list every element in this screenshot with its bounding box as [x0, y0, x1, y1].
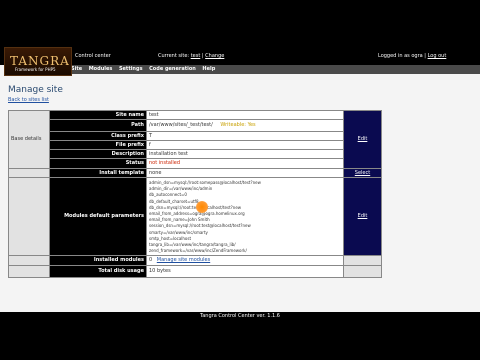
value-disk-usage: 10 bytes — [147, 266, 343, 277]
page-footer: Tangra Control Center ver. 1.1.6 — [0, 312, 480, 320]
label-disk-usage: Total disk usage — [50, 266, 146, 277]
section-empty-template — [9, 169, 49, 177]
writeable-note: Writeable: Yes — [220, 122, 256, 128]
label-module-params: Modules default parameters — [50, 178, 146, 255]
value-installed-modules: 0 Manage site modules — [147, 256, 343, 265]
value-file-prefix: f — [147, 141, 343, 149]
current-site-info: Current site: test | Change — [158, 53, 225, 59]
value-module-params: admin_dsn=mysql://root:somepass@localhos… — [147, 178, 343, 255]
nav-item-code-generation[interactable]: Code generation — [149, 65, 196, 74]
logout-link[interactable]: Log out — [428, 53, 447, 59]
label-file-prefix: File prefix — [50, 141, 146, 149]
site-prefix: Current site: — [158, 53, 190, 59]
video-frame: Control center Current site: test | Chan… — [0, 0, 480, 360]
edit-params-label: Edit — [357, 213, 368, 219]
current-site-link[interactable]: test — [191, 53, 201, 59]
user-prefix: Logged in as — [378, 53, 410, 59]
back-to-sites-link[interactable]: Back to sites list — [8, 97, 49, 103]
nav-item-help[interactable]: Help — [202, 65, 215, 74]
value-description: installation test — [147, 150, 343, 158]
username: ogra — [411, 53, 423, 59]
section-base-details: Base details — [9, 111, 49, 168]
change-site-link[interactable]: Change — [205, 53, 224, 59]
logo-text: TANGRA — [10, 54, 70, 68]
label-description: Description — [50, 150, 146, 158]
label-path: Path — [50, 120, 146, 131]
edit-params-button[interactable]: Edit — [344, 178, 381, 255]
value-class-prefix: T — [147, 132, 343, 140]
nav-item-site[interactable]: Site — [71, 65, 82, 74]
select-template-label: Select — [354, 170, 371, 176]
logo-subtitle: Framework for PHP5 — [15, 67, 56, 72]
manage-site-modules-link[interactable]: Manage site modules — [157, 257, 210, 263]
empty-action-disk — [344, 266, 381, 277]
value-install-template: none — [147, 169, 343, 177]
section-empty-modules — [9, 256, 49, 265]
label-install-template: Install template — [50, 169, 146, 177]
edit-base-details-label: Edit — [357, 136, 368, 142]
value-path: /var/www/sites/_test/test/ Writeable: Ye… — [147, 120, 343, 131]
site-details-table: Base details Site name test Path /var/ww… — [8, 110, 382, 278]
tangra-logo[interactable]: TANGRA Framework for PHP5 — [4, 47, 72, 76]
path-text: /var/www/sites/_test/test/ — [149, 122, 213, 128]
main-nav: Site Modules Settings Code generation He… — [66, 65, 480, 74]
browser-page: Control center Current site: test | Chan… — [0, 45, 480, 320]
edit-base-details-button[interactable]: Edit — [344, 111, 381, 168]
value-site-name: test — [147, 111, 343, 119]
user-info: Logged in as ogra | Log out — [378, 53, 447, 59]
label-class-prefix: Class prefix — [50, 132, 146, 140]
label-site-name: Site name — [50, 111, 146, 119]
nav-item-settings[interactable]: Settings — [119, 65, 143, 74]
label-status: Status — [50, 159, 146, 168]
label-installed-modules: Installed modules — [50, 256, 146, 265]
page-title: Manage site — [8, 85, 63, 95]
empty-action-modules — [344, 256, 381, 265]
app-header: Control center Current site: test | Chan… — [0, 45, 480, 65]
value-status: not installed — [147, 159, 343, 168]
app-label: Control center — [75, 53, 111, 59]
section-empty-disk — [9, 266, 49, 277]
select-template-button[interactable]: Select — [344, 169, 381, 177]
cursor-highlight — [196, 201, 208, 213]
installed-modules-count: 0 — [149, 257, 153, 263]
nav-item-modules[interactable]: Modules — [89, 65, 113, 74]
section-empty-params — [9, 178, 49, 255]
